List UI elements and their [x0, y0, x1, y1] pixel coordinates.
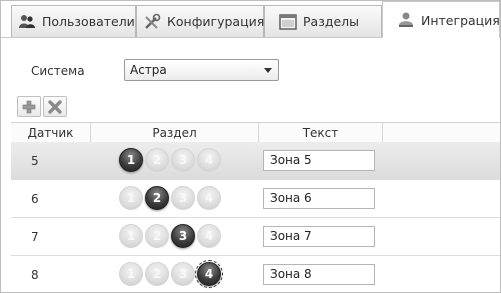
table-row[interactable]: 6 1 2 3 4 Зона 6 — [11, 180, 500, 218]
partition-4-button[interactable]: 4 — [195, 260, 223, 288]
add-button[interactable] — [17, 96, 41, 117]
tab-users-label: Пользователи — [42, 14, 135, 29]
partition-4-button[interactable]: 4 — [197, 148, 221, 172]
tab-integration[interactable]: Интеграция — [382, 1, 500, 38]
partition-4-button[interactable]: 4 — [197, 186, 221, 210]
sections-icon — [279, 13, 297, 31]
partition-2-button[interactable]: 2 — [145, 262, 169, 286]
table-row[interactable]: 7 1 2 3 4 Зона 7 — [11, 218, 500, 256]
remove-icon — [48, 99, 62, 114]
sensor-cell: 8 — [31, 268, 39, 282]
tab-configuration[interactable]: Конфигурация — [136, 5, 264, 37]
tab-users[interactable]: Пользователи — [11, 5, 136, 37]
tab-sections[interactable]: Разделы — [264, 5, 382, 37]
column-header-partition[interactable]: Раздел — [91, 123, 259, 143]
integration-icon — [397, 11, 415, 29]
system-label: Система — [31, 64, 85, 78]
partition-1-button[interactable]: 1 — [119, 186, 143, 210]
zone-text-field[interactable]: Зона 6 — [263, 188, 375, 209]
sensor-cell: 6 — [31, 192, 39, 206]
grid-header: Датчик Раздел Текст — [11, 122, 500, 144]
partition-3-button[interactable]: 3 — [171, 148, 195, 172]
zone-text-field[interactable]: Зона 8 — [263, 264, 375, 285]
tab-sections-label: Разделы — [303, 14, 360, 29]
partition-2-button[interactable]: 2 — [145, 224, 169, 248]
partition-2-button[interactable]: 2 — [145, 148, 169, 172]
zone-text-field[interactable]: Зона 7 — [263, 226, 375, 247]
table-row[interactable]: 8 1 2 3 4 Зона 8 — [11, 256, 500, 292]
tab-integration-label: Интеграция — [421, 12, 500, 28]
partition-1-button[interactable]: 1 — [119, 148, 143, 172]
tab-configuration-label: Конфигурация — [167, 14, 265, 29]
column-header-text[interactable]: Текст — [259, 123, 383, 143]
zone-text-field[interactable]: Зона 5 — [263, 150, 375, 171]
tools-icon — [143, 13, 161, 31]
partition-1-button[interactable]: 1 — [119, 262, 143, 286]
users-icon — [18, 13, 36, 31]
system-select-value: Астра — [130, 63, 167, 77]
tab-bar: Пользователи Конфигурация Разделы Интегр… — [1, 1, 500, 38]
partition-3-button[interactable]: 3 — [171, 262, 195, 286]
table-row[interactable]: 5 1 2 3 4 Зона 5 — [11, 142, 500, 180]
partition-1-button[interactable]: 1 — [119, 224, 143, 248]
column-header-sensor[interactable]: Датчик — [11, 123, 91, 143]
partition-3-button[interactable]: 3 — [171, 186, 195, 210]
window: Пользователи Конфигурация Разделы Интегр… — [0, 0, 501, 293]
sensor-cell: 5 — [31, 154, 39, 168]
partition-2-button[interactable]: 2 — [145, 186, 169, 210]
sensor-cell: 7 — [31, 230, 39, 244]
partition-4-button[interactable]: 4 — [197, 224, 221, 248]
system-select[interactable]: Астра — [124, 59, 279, 81]
remove-button[interactable] — [43, 96, 67, 117]
partition-3-button[interactable]: 3 — [171, 224, 195, 248]
chevron-down-icon — [264, 68, 272, 73]
plus-icon — [22, 100, 36, 113]
